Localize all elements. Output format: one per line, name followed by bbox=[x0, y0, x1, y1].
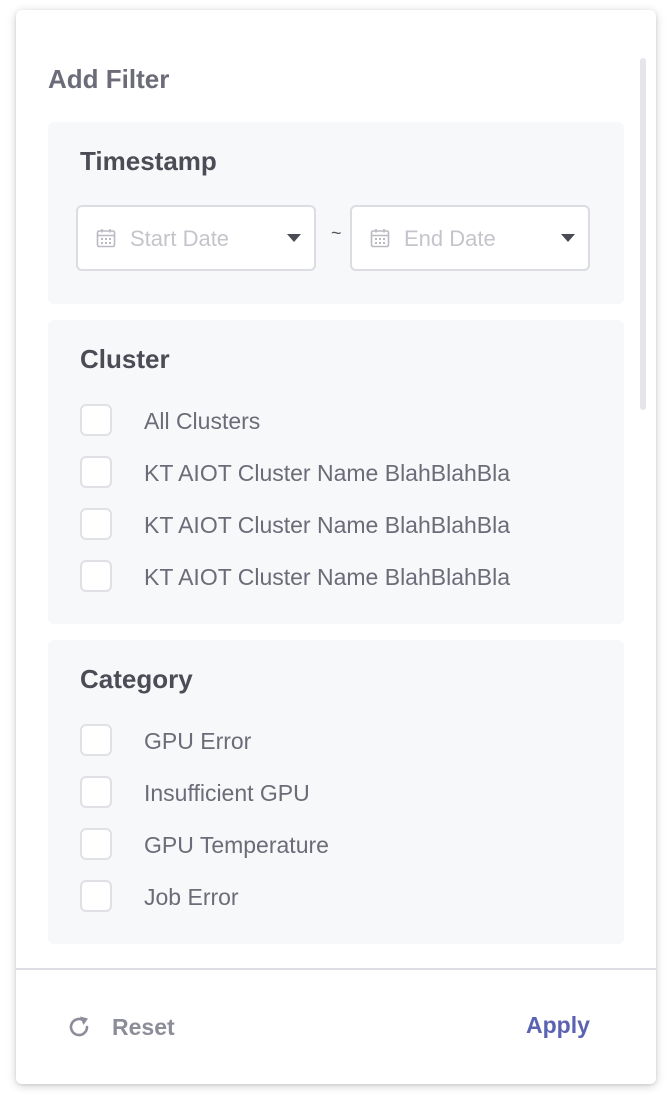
caret-down-icon bbox=[287, 234, 301, 242]
checkbox[interactable] bbox=[80, 404, 112, 436]
cluster-option[interactable]: KT AIOT Cluster Name BlahBlahBla bbox=[80, 507, 600, 541]
reset-button[interactable]: Reset bbox=[66, 1010, 175, 1044]
cluster-option-label: All Clusters bbox=[144, 408, 261, 434]
checkbox[interactable] bbox=[80, 776, 112, 808]
cluster-option-label: KT AIOT Cluster Name BlahBlahBla bbox=[144, 460, 511, 486]
cluster-option[interactable]: All Clusters bbox=[80, 403, 600, 437]
checkbox[interactable] bbox=[80, 560, 112, 592]
filter-footer: Reset Apply bbox=[16, 968, 656, 1084]
cluster-title: Cluster bbox=[80, 344, 170, 374]
filter-scroll-area[interactable]: Add Filter Timestamp Start Date ~ End Da… bbox=[16, 10, 656, 968]
category-section: Category GPU Error Insufficient GPU GPU … bbox=[48, 640, 624, 944]
caret-down-icon bbox=[561, 234, 575, 242]
cluster-option[interactable]: KT AIOT Cluster Name BlahBlahBla bbox=[80, 455, 600, 489]
category-option[interactable]: Insufficient GPU bbox=[80, 775, 600, 809]
category-option-label: Job Error bbox=[144, 884, 239, 910]
checkbox[interactable] bbox=[80, 508, 112, 540]
timestamp-section: Timestamp Start Date ~ End Date bbox=[48, 122, 624, 304]
category-option-label: GPU Error bbox=[144, 728, 252, 754]
start-date-picker[interactable]: Start Date bbox=[76, 205, 316, 271]
category-option-label: Insufficient GPU bbox=[144, 780, 310, 806]
refresh-icon bbox=[69, 1016, 89, 1037]
cluster-option-label: KT AIOT Cluster Name BlahBlahBla bbox=[144, 564, 511, 590]
category-title: Category bbox=[80, 664, 193, 694]
category-option[interactable]: Job Error bbox=[80, 879, 600, 913]
checkbox[interactable] bbox=[80, 880, 112, 912]
checkbox[interactable] bbox=[80, 456, 112, 488]
date-range-separator: ~ bbox=[331, 223, 342, 243]
end-date-picker[interactable]: End Date bbox=[350, 205, 590, 271]
scrollbar-thumb[interactable] bbox=[640, 58, 646, 410]
apply-button[interactable]: Apply bbox=[526, 1012, 590, 1039]
calendar-icon bbox=[370, 229, 390, 248]
category-option-label: GPU Temperature bbox=[144, 832, 329, 858]
checkbox[interactable] bbox=[80, 828, 112, 860]
calendar-icon bbox=[96, 229, 116, 248]
category-option[interactable]: GPU Error bbox=[80, 723, 600, 757]
cluster-option[interactable]: KT AIOT Cluster Name BlahBlahBla bbox=[80, 559, 600, 593]
start-date-placeholder: Start Date bbox=[130, 226, 230, 251]
checkbox[interactable] bbox=[80, 724, 112, 756]
cluster-section: Cluster All Clusters KT AIOT Cluster Nam… bbox=[48, 320, 624, 624]
end-date-placeholder: End Date bbox=[404, 226, 496, 251]
timestamp-title: Timestamp bbox=[80, 146, 217, 176]
cluster-option-label: KT AIOT Cluster Name BlahBlahBla bbox=[144, 512, 511, 538]
panel-title: Add Filter bbox=[48, 64, 170, 94]
category-option[interactable]: GPU Temperature bbox=[80, 827, 600, 861]
add-filter-panel: Add Filter Timestamp Start Date ~ End Da… bbox=[16, 10, 656, 1084]
reset-label: Reset bbox=[112, 1013, 175, 1040]
